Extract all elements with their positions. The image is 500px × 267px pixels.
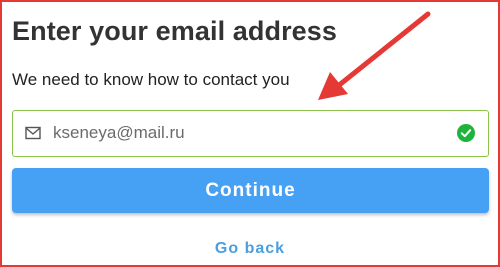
annotation-arrow-icon [318, 11, 431, 100]
continue-button-label: Continue [205, 179, 296, 201]
page-subtitle: We need to know how to contact you [12, 70, 290, 89]
continue-button[interactable]: Continue [12, 168, 489, 213]
go-back-link[interactable]: Go back [0, 240, 500, 258]
check-circle-icon [457, 124, 475, 142]
email-value: kseneya@mail.ru [53, 123, 185, 142]
email-field[interactable]: kseneya@mail.ru [12, 110, 489, 157]
mail-icon [25, 126, 41, 140]
page-title: Enter your email address [12, 16, 338, 46]
